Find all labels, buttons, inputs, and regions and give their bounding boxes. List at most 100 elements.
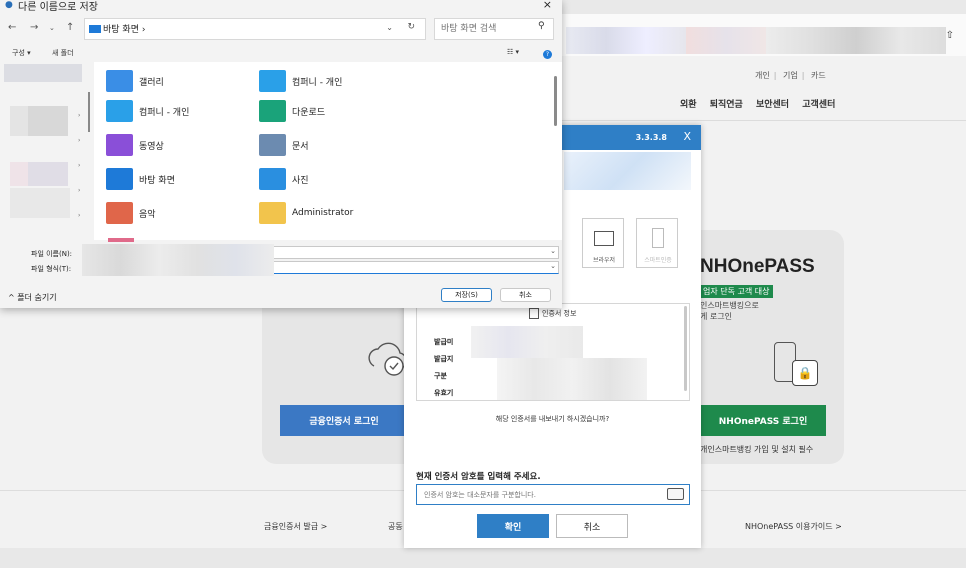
content-scrollbar[interactable]	[554, 76, 557, 126]
back-icon[interactable]: ←	[8, 22, 16, 33]
nhpass-description: 인스마트뱅킹으로 게 로그인	[700, 300, 810, 322]
cert-row-label: 유효기	[434, 389, 454, 397]
top-link-personal[interactable]: 개인	[755, 71, 770, 80]
nav-customer[interactable]: 고객센터	[802, 100, 835, 110]
folder-item-administrator[interactable]: Administrator	[259, 200, 353, 226]
main-nav: 외환 퇴직연금 보안센터 고객센터	[680, 97, 845, 110]
nhpass-desc-line: 게 로그인	[700, 312, 732, 321]
top-link-business[interactable]: 기업	[783, 71, 798, 80]
partial-item	[108, 238, 134, 242]
footer-link-issue[interactable]: 금융인증서 발급 >	[264, 521, 327, 532]
folder-item-label: 다운로드	[292, 107, 326, 118]
folder-item-music[interactable]: 음악	[106, 200, 156, 226]
nav-divider	[560, 120, 966, 121]
cert-login-button[interactable]: 금융인증서 로그인	[280, 405, 408, 436]
folder-item-pictures[interactable]: 사진	[259, 166, 309, 192]
address-path-text: 바탕 화면	[103, 25, 139, 35]
forward-icon[interactable]: →	[30, 22, 38, 33]
folder-item-label: 문서	[292, 141, 309, 152]
desktop-icon	[106, 168, 133, 190]
password-label: 현재 인증서 암호를 입력해 주세요.	[416, 472, 541, 482]
onedrive-folder-icon	[259, 70, 286, 92]
folder-item-gallery[interactable]: 갤러리	[106, 68, 164, 94]
new-folder-button[interactable]: 새 폴더	[52, 48, 74, 58]
gallery-icon	[106, 70, 133, 92]
refresh-icon[interactable]: ↻	[407, 22, 415, 32]
expand-arrow-icon[interactable]: ›	[78, 112, 80, 119]
export-question: 해당 인증서를 내보내기 하시겠습니까?	[495, 415, 610, 423]
ok-button[interactable]: 확인	[477, 514, 549, 538]
blurred-region	[497, 358, 647, 400]
folder-item-label: 사진	[292, 175, 309, 186]
help-icon[interactable]: ?	[543, 50, 552, 59]
nav-pension[interactable]: 퇴직연금	[710, 100, 743, 110]
address-path: 바탕 화면 ›	[103, 22, 145, 35]
blurred-region	[28, 162, 68, 186]
nav-forex[interactable]: 외환	[680, 100, 697, 110]
folder-item-label: 바탕 화면	[139, 175, 175, 186]
folder-item-company-personal[interactable]: 컴퍼니 - 개인	[259, 68, 342, 94]
folder-item-videos[interactable]: 동영상	[106, 132, 164, 158]
nav-security[interactable]: 보안센터	[756, 100, 789, 110]
blurred-region	[28, 106, 68, 136]
top-link-card[interactable]: 카드	[811, 71, 826, 80]
view-options-icon[interactable]: ☷ ▾	[507, 48, 519, 56]
history-chevron-icon[interactable]: ⌄	[49, 24, 55, 32]
search-input[interactable]	[434, 18, 554, 40]
user-folder-icon	[259, 202, 286, 224]
media-label: 브라우저	[592, 257, 616, 264]
folder-item-company-personal[interactable]: 컴퍼니 - 개인	[106, 98, 189, 124]
browser-icon	[594, 231, 614, 246]
share-icon[interactable]: ⇧	[946, 30, 954, 41]
cert-row-label: 구분	[434, 372, 447, 380]
navigation-pane[interactable]: › › › › ›	[0, 62, 90, 240]
info-scrollbar[interactable]	[684, 306, 687, 391]
desktop-folder-icon	[89, 25, 101, 33]
chevron-down-icon[interactable]: ⌄	[550, 247, 556, 255]
nhpass-login-button[interactable]: NHOnePASS 로그인	[700, 405, 826, 436]
expand-arrow-icon[interactable]: ›	[78, 137, 80, 144]
organize-button[interactable]: 구성 ▾	[12, 48, 31, 58]
cert-info-title: 인증서 정보	[529, 308, 576, 319]
chevron-down-icon[interactable]: ⌄	[550, 262, 556, 270]
blurred-region	[566, 27, 686, 54]
certificate-doc-icon	[529, 308, 539, 319]
cancel-button[interactable]: 취소	[556, 514, 628, 538]
close-icon[interactable]: ×	[543, 0, 552, 11]
expand-arrow-icon[interactable]: ›	[78, 212, 80, 219]
expand-arrow-icon[interactable]: ›	[78, 187, 80, 194]
save-as-dialog: ● 다른 이름으로 저장 × ← → ⌄ ↑ 바탕 화면 › ⌄ ↻ ⚲ 구성 …	[0, 0, 562, 308]
footer-link-partial[interactable]: 공동	[388, 521, 403, 532]
cert-info-box: 인증서 정보 발급미 발급지 구분 유효기	[416, 303, 690, 401]
search-icon[interactable]: ⚲	[538, 21, 545, 31]
footer-bottom	[0, 548, 966, 568]
footer-link-guide[interactable]: NHOnePASS 이용가이드 >	[745, 521, 842, 532]
address-bar[interactable]: 바탕 화면 › ⌄ ↻	[84, 18, 426, 40]
cert-row-label: 발급미	[434, 338, 454, 346]
filename-label: 파일 이름(N):	[31, 250, 73, 258]
nav-scrollbar[interactable]	[88, 92, 90, 132]
media-label: 스마트인증	[644, 257, 672, 264]
address-dropdown-icon[interactable]: ⌄	[386, 23, 393, 32]
cert-row-label: 발급지	[434, 355, 454, 363]
cancel-button[interactable]: 취소	[500, 288, 551, 302]
save-button[interactable]: 저장(S)	[441, 288, 492, 302]
blurred-region	[686, 27, 766, 54]
dialog-title: 다른 이름으로 저장	[18, 2, 98, 13]
expand-arrow-icon[interactable]: ›	[78, 162, 80, 169]
app-icon: ●	[5, 0, 13, 10]
blurred-region	[471, 326, 583, 358]
folder-item-desktop[interactable]: 바탕 화면	[106, 166, 175, 192]
folder-item-label: 갤러리	[139, 77, 164, 88]
close-icon[interactable]: X	[683, 130, 691, 143]
media-browser[interactable]: 브라우저	[582, 218, 624, 268]
nhpass-badge: 업자 단독 고객 대상	[700, 285, 773, 298]
media-smart-auth[interactable]: 스마트인증	[636, 218, 678, 268]
folder-item-downloads[interactable]: 다운로드	[259, 98, 325, 124]
keyboard-icon[interactable]	[667, 488, 684, 500]
password-input[interactable]	[416, 484, 690, 505]
up-icon[interactable]: ↑	[66, 22, 74, 33]
folder-item-documents[interactable]: 문서	[259, 132, 309, 158]
version-label: 3.3.3.8	[635, 133, 667, 142]
hide-folders-toggle[interactable]: ^ 폴더 숨기기	[8, 292, 57, 303]
